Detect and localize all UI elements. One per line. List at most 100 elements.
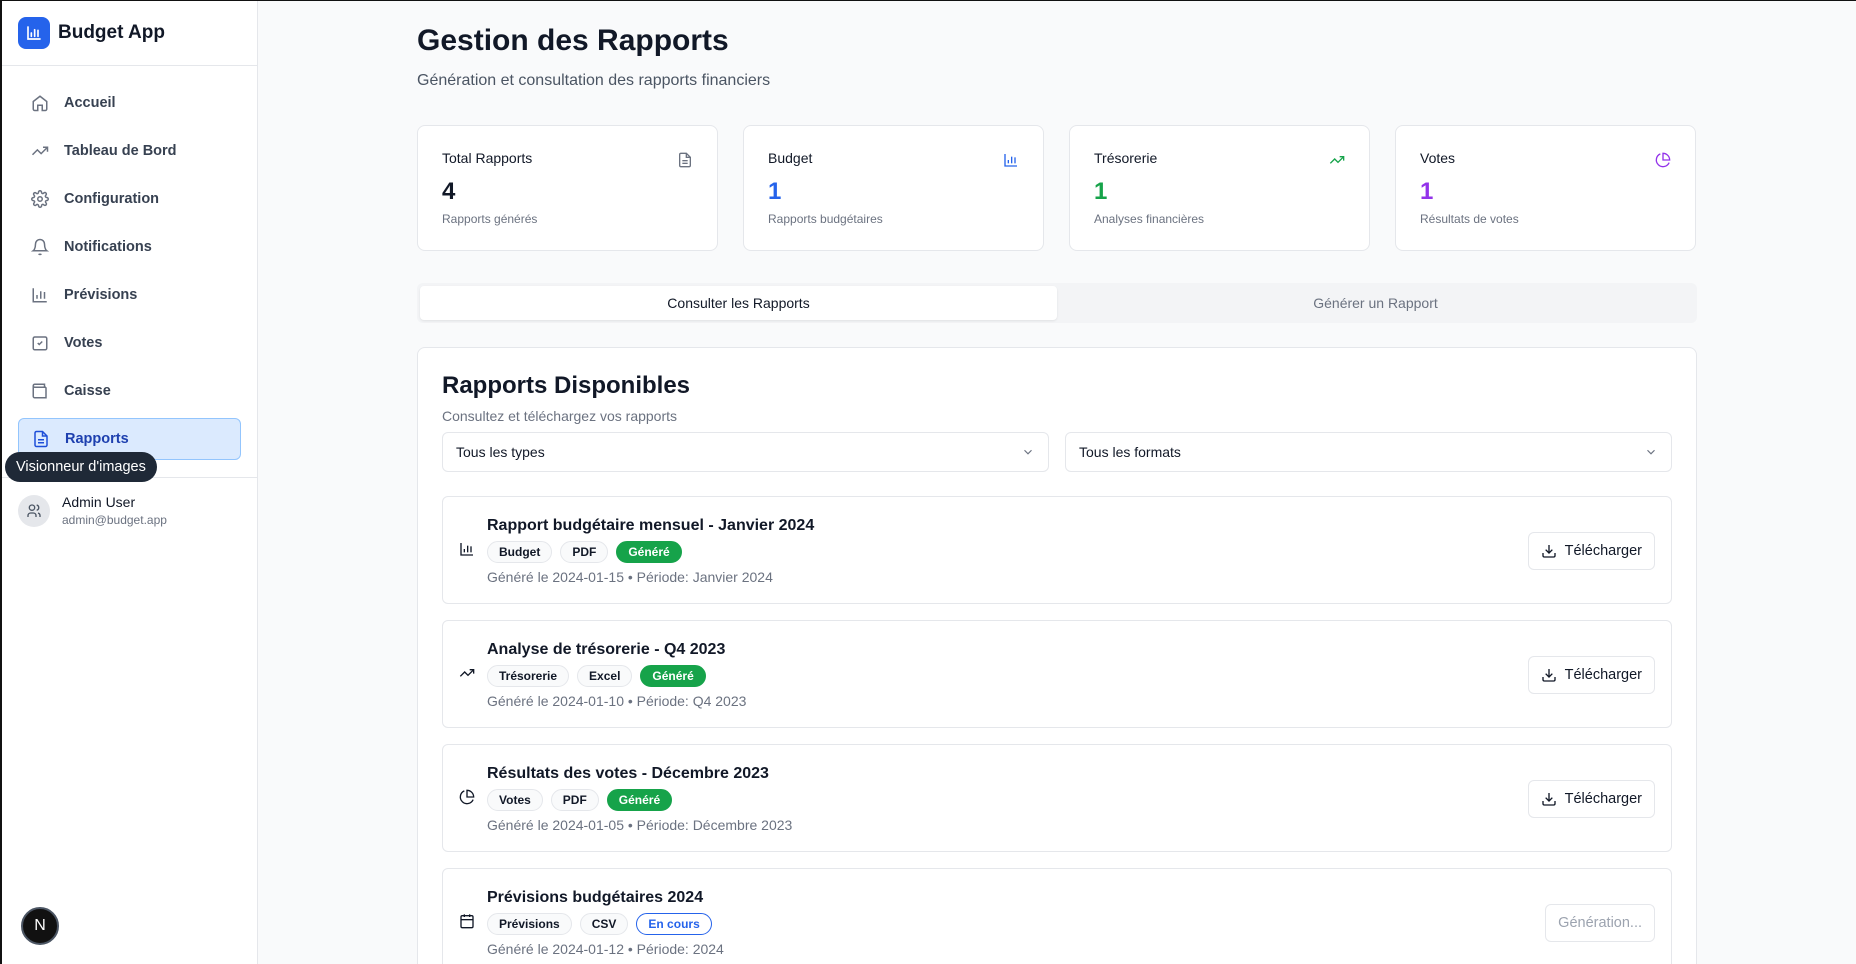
pie-chart-icon — [1655, 152, 1671, 168]
report-meta: Généré le 2024-01-12 • Période: 2024 — [487, 941, 724, 957]
type-badge: Votes — [487, 789, 543, 811]
download-icon — [1541, 669, 1556, 682]
report-title: Analyse de trésorerie - Q4 2023 — [487, 641, 726, 658]
stat-desc: Résultats de votes — [1420, 212, 1519, 226]
bar-chart-icon — [460, 543, 473, 556]
chevron-down-icon — [1024, 449, 1032, 455]
report-item: Rapport budgétaire mensuel - Janvier 202… — [442, 496, 1672, 604]
format-badge: PDF — [560, 541, 609, 563]
generating-button[interactable]: Génération... — [1545, 904, 1655, 942]
bar-chart-icon — [1004, 154, 1017, 167]
user-profile[interactable]: Admin User admin@budget.app — [2, 477, 258, 543]
format-filter-select[interactable]: Tous les formats — [1065, 432, 1672, 472]
status-badge: Généré — [616, 541, 682, 563]
gear-icon — [30, 189, 50, 209]
download-button[interactable]: Télécharger — [1527, 656, 1655, 694]
sidebar-item-caisse[interactable]: Caisse — [18, 370, 241, 412]
dev-tools-button[interactable]: N — [21, 907, 59, 945]
users-icon — [18, 494, 50, 527]
select-value: Tous les formats — [1079, 444, 1181, 460]
chevron-down-icon — [1647, 449, 1655, 455]
stat-label: Total Rapports — [442, 150, 533, 166]
bell-icon — [30, 237, 50, 257]
report-title: Rapport budgétaire mensuel - Janvier 202… — [487, 517, 815, 534]
button-label: Génération... — [1558, 915, 1642, 931]
tab-generer[interactable]: Générer un Rapport — [1057, 286, 1694, 320]
report-badges: Votes PDF Généré — [487, 789, 673, 811]
brand[interactable]: Budget App — [2, 1, 257, 66]
format-badge: Excel — [577, 665, 633, 687]
stat-value: 1 — [1094, 178, 1108, 205]
format-badge: PDF — [550, 789, 599, 811]
type-badge: Budget — [487, 541, 553, 563]
status-badge: Généré — [640, 665, 706, 687]
format-badge: CSV — [579, 913, 629, 935]
report-item: Résultats des votes - Décembre 2023 Vote… — [442, 744, 1672, 852]
sidebar-item-previsions[interactable]: Prévisions — [18, 274, 241, 316]
button-label: Télécharger — [1564, 791, 1642, 807]
stat-card-votes: Votes 1 Résultats de votes — [1395, 125, 1696, 251]
report-badges: Prévisions CSV En cours — [487, 913, 712, 935]
sidebar-item-label: Votes — [64, 335, 103, 351]
pie-chart-icon — [459, 789, 475, 805]
sidebar: Budget App Accueil Tableau de Bord Confi… — [2, 1, 258, 964]
report-meta: Généré le 2024-01-10 • Période: Q4 2023 — [487, 693, 747, 709]
stat-card-tresorerie: Trésorerie 1 Analyses financières — [1069, 125, 1370, 251]
stat-desc: Analyses financières — [1094, 212, 1205, 226]
sidebar-item-notifications[interactable]: Notifications — [18, 226, 241, 268]
download-icon — [1541, 793, 1556, 806]
window-frame-top — [0, 0, 1856, 1]
sidebar-item-label: Notifications — [64, 239, 152, 255]
stat-value: 1 — [1420, 178, 1434, 205]
report-title: Prévisions budgétaires 2024 — [487, 889, 704, 906]
card-subtitle: Consultez et téléchargez vos rapports — [442, 408, 678, 424]
sidebar-item-label: Rapports — [65, 431, 129, 447]
sidebar-item-label: Tableau de Bord — [64, 143, 177, 159]
wallet-icon — [30, 381, 50, 401]
report-item: Prévisions budgétaires 2024 Prévisions C… — [442, 868, 1672, 964]
card-title: Rapports Disponibles — [442, 372, 691, 399]
check-square-icon — [30, 333, 50, 353]
app-name: Budget App — [58, 22, 165, 43]
sidebar-item-votes[interactable]: Votes — [18, 322, 241, 364]
report-title: Résultats des votes - Décembre 2023 — [487, 765, 769, 782]
sidebar-item-accueil[interactable]: Accueil — [18, 82, 241, 124]
file-text-icon — [679, 152, 691, 168]
stat-label: Budget — [768, 150, 813, 166]
stat-card-budget: Budget 1 Rapports budgétaires — [743, 125, 1044, 251]
stat-label: Votes — [1420, 150, 1456, 166]
bar-chart-icon — [30, 285, 50, 305]
report-meta: Généré le 2024-01-05 • Période: Décembre… — [487, 817, 793, 833]
home-icon — [30, 93, 50, 113]
stat-desc: Rapports générés — [442, 212, 538, 226]
trending-up-icon — [1329, 156, 1345, 164]
reports-card: Rapports Disponibles Consultez et téléch… — [417, 347, 1697, 964]
button-label: Télécharger — [1564, 543, 1642, 559]
page-subtitle: Génération et consultation des rapports … — [417, 72, 771, 89]
user-email: admin@budget.app — [62, 513, 167, 527]
sidebar-item-tableau-de-bord[interactable]: Tableau de Bord — [18, 130, 241, 172]
sidebar-item-label: Prévisions — [64, 287, 138, 303]
bar-chart-icon — [18, 17, 50, 49]
sidebar-nav: Accueil Tableau de Bord Configuration No… — [2, 66, 257, 460]
stat-value: 1 — [768, 178, 782, 205]
sidebar-item-label: Accueil — [64, 95, 116, 111]
filters: Tous les types Tous les formats — [442, 432, 1672, 472]
report-item: Analyse de trésorerie - Q4 2023 Trésorer… — [442, 620, 1672, 728]
sidebar-item-label: Caisse — [64, 383, 111, 399]
status-badge: En cours — [636, 913, 712, 935]
type-filter-select[interactable]: Tous les types — [442, 432, 1049, 472]
trending-up-icon — [459, 669, 475, 677]
stat-value: 4 — [442, 178, 456, 205]
tab-consulter[interactable]: Consulter les Rapports — [420, 286, 1057, 320]
sidebar-item-configuration[interactable]: Configuration — [18, 178, 241, 220]
download-icon — [1541, 545, 1556, 558]
download-button[interactable]: Télécharger — [1527, 532, 1655, 570]
stat-card-total: Total Rapports 4 Rapports générés — [417, 125, 718, 251]
report-badges: Trésorerie Excel Généré — [487, 665, 706, 687]
report-meta: Généré le 2024-01-15 • Période: Janvier … — [487, 569, 773, 585]
download-button[interactable]: Télécharger — [1527, 780, 1655, 818]
file-text-icon — [31, 429, 51, 449]
tab-list: Consulter les Rapports Générer un Rappor… — [417, 283, 1697, 323]
page-title: Gestion des Rapports — [417, 24, 729, 57]
